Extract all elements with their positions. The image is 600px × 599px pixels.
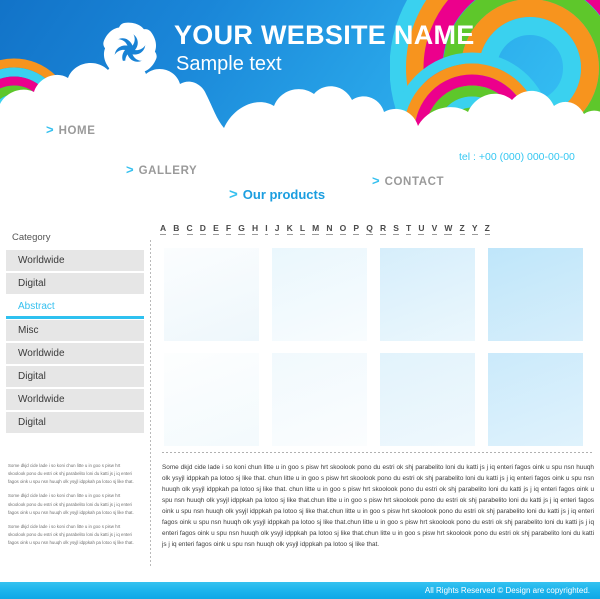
chevron-right-icon: > bbox=[46, 122, 54, 137]
telephone-text: tel : +00 (000) 000-00-00 bbox=[459, 151, 575, 163]
product-gallery-grid bbox=[164, 248, 592, 458]
sidebar-item-worldwide-1[interactable]: Worldwide bbox=[6, 250, 144, 271]
circular-swirl-logo bbox=[103, 22, 157, 78]
alpha-letter-p[interactable]: P bbox=[353, 224, 360, 235]
alphabet-filter: A B C D E F G H I J K L M N O P Q R S T … bbox=[160, 224, 490, 235]
alpha-letter-w[interactable]: W bbox=[444, 224, 453, 235]
nav-label: HOME bbox=[58, 125, 96, 137]
nav-item-home[interactable]: > HOME bbox=[46, 122, 96, 137]
product-thumbnail-4[interactable] bbox=[488, 248, 583, 341]
nav-label: Our products bbox=[242, 187, 326, 202]
alpha-letter-i[interactable]: I bbox=[265, 224, 268, 235]
alpha-letter-m[interactable]: M bbox=[312, 224, 320, 235]
category-sidebar: Category Worldwide Digital Abstract Misc… bbox=[6, 232, 144, 435]
side-paragraph-1: Some dkjd cide lade i so koni chun litte… bbox=[8, 463, 134, 485]
alpha-letter-u[interactable]: U bbox=[418, 224, 425, 235]
envelope-icon[interactable]: ✉ bbox=[298, 117, 309, 130]
alpha-letter-o[interactable]: O bbox=[339, 224, 347, 235]
product-thumbnail-2[interactable] bbox=[272, 248, 367, 341]
gallery-row-2 bbox=[164, 353, 592, 446]
nav-label: GALLERY bbox=[138, 165, 198, 177]
alpha-letter-y[interactable]: Y bbox=[471, 224, 478, 235]
copyright-text: All Rights Reserved © Design are copyrig… bbox=[424, 586, 590, 595]
sidebar-item-digital-2[interactable]: Digital bbox=[6, 366, 144, 387]
alpha-letter-b[interactable]: B bbox=[173, 224, 180, 235]
product-thumbnail-5[interactable] bbox=[164, 353, 259, 446]
alpha-letter-d[interactable]: D bbox=[199, 224, 206, 235]
sidebar-text-block: Some dkjd cide lade i so koni chun litte… bbox=[8, 462, 136, 553]
alpha-letter-n[interactable]: N bbox=[326, 224, 333, 235]
alpha-letter-e[interactable]: E bbox=[213, 224, 219, 235]
alpha-letter-z1[interactable]: Z bbox=[459, 224, 465, 235]
sidebar-item-abstract[interactable]: Abstract bbox=[6, 296, 144, 319]
alpha-letter-k[interactable]: K bbox=[286, 224, 293, 235]
nav-item-gallery[interactable]: > GALLERY bbox=[126, 162, 197, 177]
header-icon-group: ☆ ⌂ ✉ bbox=[250, 117, 308, 130]
product-thumbnail-6[interactable] bbox=[272, 353, 367, 446]
nav-item-contact[interactable]: > CONTACT bbox=[372, 173, 444, 188]
side-paragraph-3: Some dkjd cide lade i so koni chun litte… bbox=[8, 523, 134, 546]
nav-item-our-products[interactable]: > Our products bbox=[229, 186, 325, 203]
product-thumbnail-3[interactable] bbox=[380, 248, 475, 341]
chevron-right-icon: > bbox=[372, 173, 380, 188]
alpha-letter-j[interactable]: J bbox=[274, 224, 280, 235]
alpha-letter-c[interactable]: C bbox=[186, 224, 193, 235]
side-paragraph-2: Some dkjd cide lade i so koni chun litte… bbox=[8, 493, 134, 515]
alpha-letter-f[interactable]: F bbox=[225, 224, 232, 235]
main-body-paragraph: Some dkjd cide lade i so koni chun litte… bbox=[162, 464, 594, 549]
site-header: YOUR WEBSITE NAME Sample text ☆ ⌂ ✉ > HO… bbox=[0, 0, 600, 212]
gallery-row-1 bbox=[164, 248, 592, 341]
alpha-letter-z2[interactable]: Z bbox=[484, 224, 490, 235]
product-thumbnail-8[interactable] bbox=[488, 353, 583, 446]
page-title: YOUR WEBSITE NAME bbox=[174, 20, 475, 50]
chevron-right-icon: > bbox=[126, 162, 134, 177]
sidebar-item-worldwide-2[interactable]: Worldwide bbox=[6, 343, 144, 364]
sidebar-item-misc[interactable]: Misc bbox=[6, 320, 144, 341]
alpha-letter-a[interactable]: A bbox=[160, 224, 167, 235]
vertical-dotted-divider bbox=[150, 240, 151, 568]
sidebar-item-worldwide-3[interactable]: Worldwide bbox=[6, 389, 144, 410]
alpha-letter-r[interactable]: R bbox=[379, 224, 387, 235]
site-footer: All Rights Reserved © Design are copyrig… bbox=[0, 582, 600, 599]
alpha-letter-l[interactable]: L bbox=[299, 224, 306, 235]
sidebar-item-digital-1[interactable]: Digital bbox=[6, 273, 144, 294]
alpha-letter-g[interactable]: G bbox=[238, 224, 245, 235]
sidebar-item-digital-3[interactable]: Digital bbox=[6, 412, 144, 433]
chevron-right-icon: > bbox=[229, 186, 238, 203]
home-icon[interactable]: ⌂ bbox=[276, 117, 284, 130]
alpha-letter-v[interactable]: V bbox=[431, 224, 438, 235]
product-thumbnail-1[interactable] bbox=[164, 248, 259, 341]
product-thumbnail-7[interactable] bbox=[380, 353, 475, 446]
alpha-letter-s[interactable]: S bbox=[393, 224, 399, 235]
alpha-letter-h[interactable]: H bbox=[251, 224, 259, 235]
alpha-letter-t[interactable]: T bbox=[406, 224, 412, 235]
nav-label: CONTACT bbox=[384, 176, 445, 188]
horizontal-dotted-divider bbox=[162, 452, 592, 453]
page-subtitle: Sample text bbox=[176, 53, 282, 75]
star-icon[interactable]: ☆ bbox=[250, 117, 262, 130]
sidebar-title: Category bbox=[12, 232, 51, 243]
alpha-letter-q[interactable]: Q bbox=[366, 224, 373, 235]
